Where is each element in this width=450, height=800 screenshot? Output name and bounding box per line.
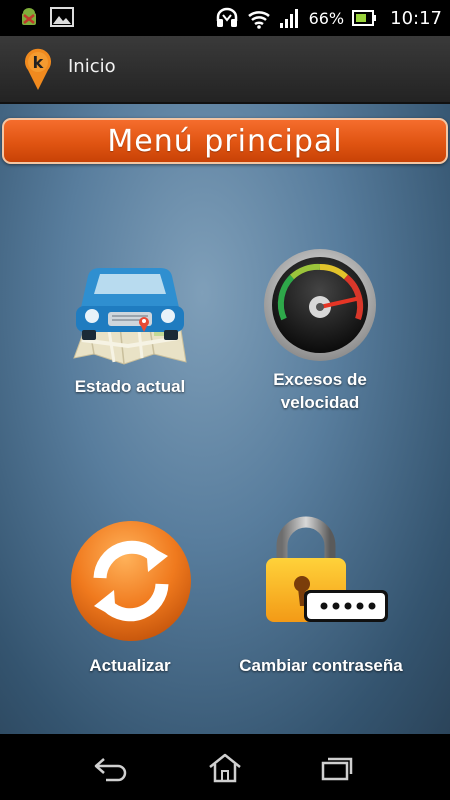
battery-percent: 66% — [308, 8, 345, 28]
tile-excesos-velocidad[interactable]: Excesos de velocidad — [250, 247, 390, 417]
gallery-icon — [50, 7, 74, 27]
car-map-icon — [73, 268, 187, 365]
wifi-icon — [247, 11, 270, 29]
back-button[interactable] — [82, 748, 142, 788]
tile-label-estado-actual: Estado actual — [74, 377, 186, 396]
tile-label-excesos-line2: velocidad — [280, 393, 360, 412]
clock: 10:17 — [390, 7, 442, 29]
status-bar: 66% 10:17 — [0, 0, 450, 36]
map-pin-k-logo-icon[interactable]: k — [24, 48, 52, 92]
back-icon — [94, 758, 127, 782]
tile-label-excesos-line1: Excesos de — [273, 370, 367, 389]
headset-icon — [216, 7, 237, 27]
tile-label-cambiar-contrasena: Cambiar contraseña — [239, 656, 403, 675]
signal-icon — [279, 9, 298, 28]
home-button[interactable] — [195, 748, 255, 788]
action-bar-title: Inicio — [68, 56, 116, 77]
refresh-icon — [71, 521, 191, 641]
navigation-bar — [0, 734, 450, 800]
main-content: Menú principal Estado actual Excesos de … — [0, 104, 450, 734]
screen: 66% 10:17 k Inicio Menú principal Estado… — [0, 0, 450, 800]
battery-icon — [352, 10, 377, 26]
padlock-password-icon — [266, 516, 388, 622]
recent-apps-button[interactable] — [307, 748, 367, 788]
action-bar: k Inicio — [0, 36, 450, 104]
recent-apps-icon — [321, 757, 353, 781]
android-debug-icon — [22, 8, 36, 25]
home-icon — [209, 753, 241, 783]
menu-banner: Menú principal — [2, 118, 448, 164]
tile-actualizar[interactable]: Actualizar — [60, 520, 200, 680]
tile-label-actualizar: Actualizar — [89, 656, 171, 675]
tile-estado-actual[interactable]: Estado actual — [60, 254, 200, 404]
svg-text:k: k — [33, 53, 44, 72]
tile-cambiar-contrasena[interactable]: Cambiar contraseña — [226, 514, 416, 680]
menu-banner-title: Menú principal — [107, 123, 343, 159]
speedometer-icon — [264, 249, 376, 361]
